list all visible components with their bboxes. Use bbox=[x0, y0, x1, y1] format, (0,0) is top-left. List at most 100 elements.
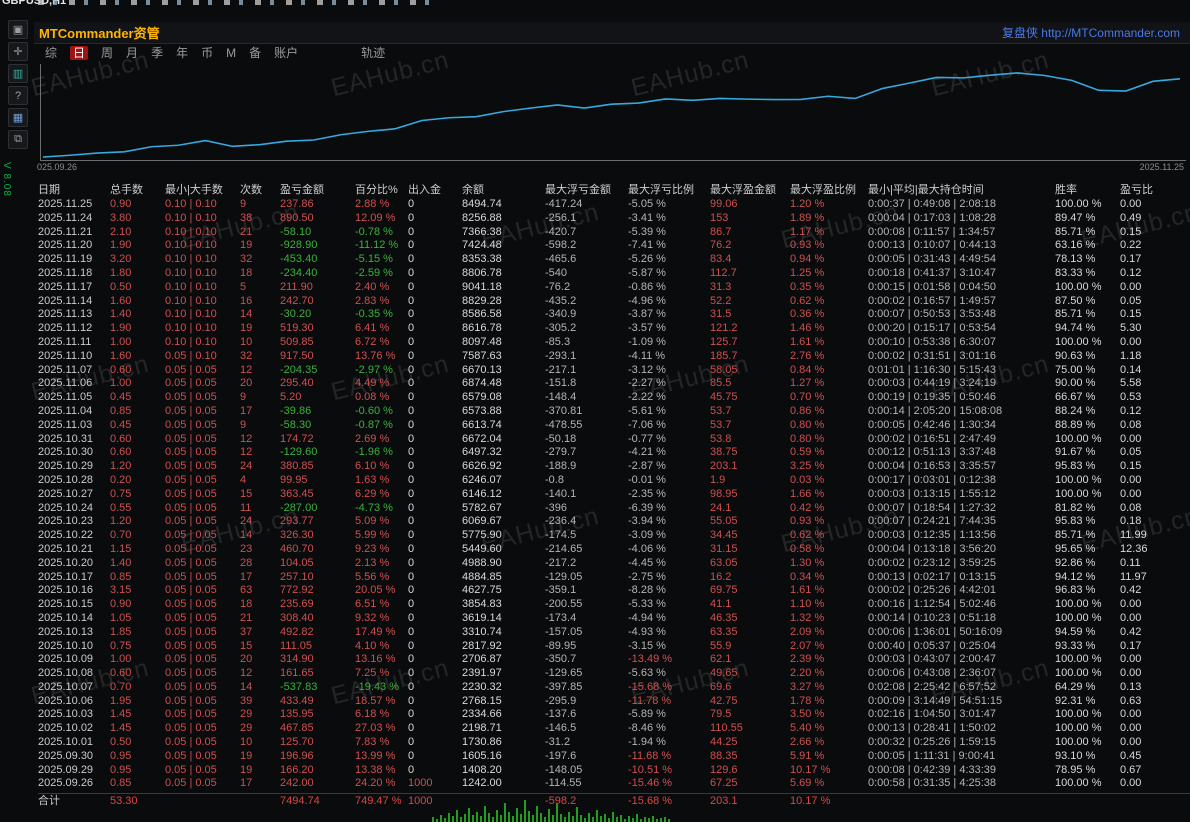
table-cell: 0.05 | 0.05 bbox=[165, 487, 217, 500]
table-cell: 4884.85 bbox=[462, 570, 502, 583]
table-cell: 2025.10.10 bbox=[38, 639, 94, 652]
table-cell: -19.43 % bbox=[355, 680, 400, 693]
table-cell: 63.16 % bbox=[1055, 239, 1096, 252]
table-cell: 112.7 bbox=[710, 266, 737, 279]
table-cell: 0.10 | 0.10 bbox=[165, 225, 217, 238]
copy-icon[interactable]: ⧉ bbox=[8, 130, 28, 149]
table-cell: 41.1 bbox=[710, 598, 732, 611]
menu-item-日[interactable]: 日 bbox=[70, 46, 89, 60]
table-cell: 0:00:15 | 0:01:58 | 0:04:50 bbox=[868, 280, 997, 293]
table-cell: -3.41 % bbox=[628, 211, 666, 224]
table-cell: 9.23 % bbox=[355, 542, 390, 555]
table-cell: 1605.16 bbox=[462, 749, 502, 762]
table-cell: 0.84 % bbox=[790, 363, 825, 376]
table-cell: 75.00 % bbox=[1055, 363, 1096, 376]
table-cell: 0.10 | 0.10 bbox=[165, 253, 217, 266]
table-cell: 0:00:04 | 0:16:53 | 3:35:57 bbox=[868, 460, 997, 473]
table-cell: 1.40 bbox=[110, 308, 132, 321]
table-cell: 0.05 | 0.05 bbox=[165, 598, 217, 611]
menu-item-季[interactable]: 季 bbox=[151, 46, 163, 60]
table-cell: -2.35 % bbox=[628, 487, 666, 500]
table-cell: 0 bbox=[408, 749, 415, 762]
table-cell: 100.00 % bbox=[1055, 611, 1102, 624]
menu-item-综[interactable]: 综 bbox=[45, 46, 57, 60]
column-header: 最大浮亏比例 bbox=[628, 184, 694, 196]
table-cell: 0 bbox=[408, 680, 415, 693]
table-cell: 90.63 % bbox=[1055, 349, 1096, 362]
table-cell: 0:00:03 | 0:12:35 | 1:13:56 bbox=[868, 529, 997, 542]
table-cell: 1.46 % bbox=[790, 322, 825, 335]
table-cell: 0.50 bbox=[110, 736, 132, 749]
table-cell: 2025.10.21 bbox=[38, 542, 94, 555]
menu-item-账户[interactable]: 账户 bbox=[274, 46, 298, 60]
grid-icon[interactable]: ▦ bbox=[8, 108, 28, 127]
table-cell: 2706.87 bbox=[462, 653, 502, 666]
table-cell bbox=[1055, 794, 1120, 808]
table-cell: 4.49 % bbox=[355, 377, 390, 390]
table-cell: 0.60 bbox=[110, 667, 132, 680]
equity-chart bbox=[40, 64, 1186, 161]
table-cell: 0:01:01 | 1:16:30 | 5:15:43 bbox=[868, 363, 997, 376]
table-cell: 1.10 % bbox=[790, 598, 825, 611]
crosshair-icon[interactable]: ✛ bbox=[8, 42, 28, 61]
table-cell: 2025.11.07 bbox=[38, 363, 93, 376]
table-cell: -2.22 % bbox=[628, 391, 666, 404]
menu-item-备[interactable]: 备 bbox=[249, 46, 261, 60]
table-cell: 0.05 | 0.05 bbox=[165, 708, 217, 721]
table-cell: 1.45 bbox=[110, 708, 132, 721]
menu-item-月[interactable]: 月 bbox=[126, 46, 138, 60]
table-cell: 24.20 % bbox=[355, 777, 396, 790]
table-cell: 6579.08 bbox=[462, 391, 502, 404]
table-cell: 11 bbox=[240, 501, 252, 514]
table-cell: 0.00 bbox=[1120, 736, 1142, 749]
table-cell: 3.25 % bbox=[790, 460, 825, 473]
equity-curve-svg bbox=[42, 72, 1181, 158]
column-header: 次数 bbox=[240, 184, 262, 196]
table-cell: 24 bbox=[240, 460, 253, 473]
table-cell: 0.00 bbox=[1120, 487, 1142, 500]
table-cell: 87.50 % bbox=[1055, 294, 1096, 307]
table-cell: 0.00 bbox=[1120, 611, 1142, 624]
menu-item-币[interactable]: 币 bbox=[201, 46, 213, 60]
table-cell: 0:00:05 | 0:42:46 | 1:30:34 bbox=[868, 418, 997, 431]
table-cell: 95.83 % bbox=[1055, 515, 1096, 528]
table-cell: 0:00:09 | 3:14:49 | 54:51:15 bbox=[868, 694, 1003, 707]
table-cell: 0.75 bbox=[110, 487, 132, 500]
table-cell: 8097.48 bbox=[462, 335, 502, 348]
table-cell: 3854.83 bbox=[462, 598, 502, 611]
table-row: 2025.11.10 1.60 0.05 | 0.10 32 917.50 13.76 %… bbox=[38, 350, 1190, 364]
table-cell: 0.00 bbox=[1120, 198, 1142, 210]
menu-item-M[interactable]: M bbox=[226, 46, 236, 60]
table-cell: 0.85 bbox=[110, 777, 132, 790]
table-cell: 2025.09.26 bbox=[38, 777, 94, 790]
table-cell: 1408.20 bbox=[462, 763, 502, 776]
table-cell: -7.06 % bbox=[628, 418, 666, 431]
table-cell: 0 bbox=[408, 556, 415, 569]
table-cell: 98.95 bbox=[710, 487, 738, 500]
chart-icon[interactable]: ▥ bbox=[8, 64, 28, 83]
table-cell: 2025.10.23 bbox=[38, 515, 94, 528]
table-cell: 99.95 bbox=[280, 473, 308, 486]
table-cell: 0:00:18 | 0:41:37 | 3:10:47 bbox=[868, 266, 997, 279]
table-cell: 0.05 | 0.05 bbox=[165, 432, 217, 445]
table-cell: 0 bbox=[408, 694, 415, 707]
table-cell: 46.35 bbox=[710, 611, 738, 624]
panel-link[interactable]: 复盘侠 http://MTCommander.com bbox=[1002, 24, 1180, 41]
menu-item-年[interactable]: 年 bbox=[176, 46, 188, 60]
table-cell: 0.22 bbox=[1120, 239, 1142, 252]
table-row: 2025.10.03 1.45 0.05 | 0.05 29 135.95 6.18 % 0… bbox=[38, 708, 1190, 722]
table-cell: -256.1 bbox=[545, 211, 577, 224]
menu-item-轨迹[interactable]: 轨迹 bbox=[361, 46, 385, 60]
menu-item-周[interactable]: 周 bbox=[101, 46, 113, 60]
help-icon[interactable]: ? bbox=[8, 86, 28, 105]
window-icon[interactable]: ▣ bbox=[8, 20, 28, 39]
table-cell: 890.50 bbox=[280, 211, 314, 224]
table-cell: 0.60 bbox=[110, 432, 132, 445]
table-cell: 6146.12 bbox=[462, 487, 502, 500]
table-cell: 0:00:02 | 0:16:57 | 1:49:57 bbox=[868, 294, 997, 307]
table-cell: 0 bbox=[408, 598, 415, 611]
table-row: 2025.11.14 1.60 0.10 | 0.10 16 242.70 2.83 % 0… bbox=[38, 295, 1190, 309]
table-cell: 5.69 % bbox=[790, 777, 825, 790]
table-cell: 31.5 bbox=[710, 308, 732, 321]
table-cell: 314.90 bbox=[280, 653, 314, 666]
